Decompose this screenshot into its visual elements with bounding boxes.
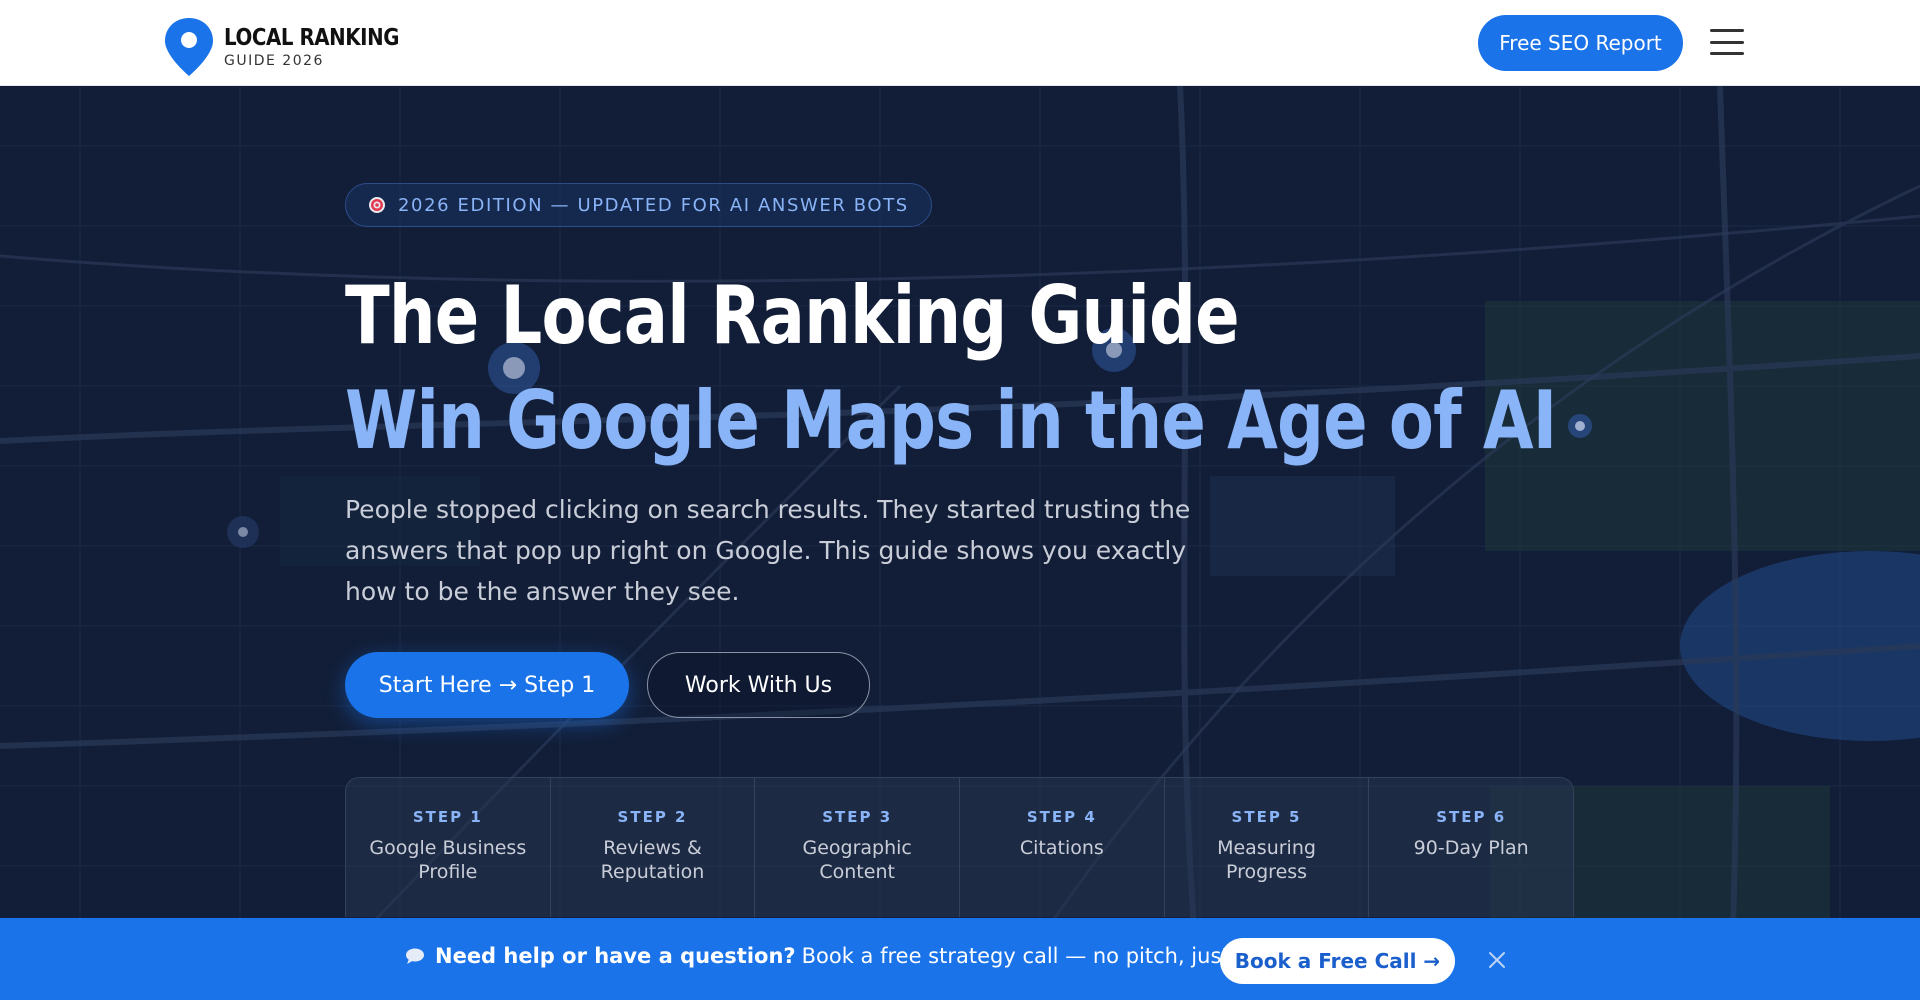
hero-section: 2026 EDITION — UPDATED FOR AI ANSWER BOT… (0, 86, 1920, 1000)
step-title: Google Business Profile (369, 837, 527, 883)
step-title: Measuring Progress (1217, 837, 1316, 883)
free-seo-report-button[interactable]: Free SEO Report (1478, 15, 1683, 71)
chat-bubble-icon (406, 948, 424, 964)
step-title: 90-Day Plan (1413, 837, 1529, 859)
help-question: Need help or have a question? (435, 944, 796, 968)
logo-title: LOCAL RANKING (224, 24, 400, 51)
step-number: STEP 5 (1231, 808, 1302, 826)
close-icon[interactable] (1487, 950, 1507, 970)
edition-badge-text: 2026 EDITION — UPDATED FOR AI ANSWER BOT… (398, 194, 909, 216)
hero-description: People stopped clicking on search result… (345, 495, 1191, 606)
step-title: Reviews & Reputation (600, 837, 705, 883)
site-header: LOCAL RANKING GUIDE 2026 Free SEO Report (0, 0, 1920, 86)
step-title: Geographic Content (802, 837, 912, 883)
logo-subtitle: GUIDE 2026 (224, 52, 324, 69)
step-number: STEP 3 (822, 808, 893, 826)
hero-title: The Local Ranking Guide (345, 269, 1240, 362)
step-3-card[interactable]: STEP 3 Geographic Content (755, 778, 961, 917)
step-title: Citations (1019, 837, 1104, 859)
step-number: STEP 1 (412, 808, 483, 826)
edition-badge: 2026 EDITION — UPDATED FOR AI ANSWER BOT… (345, 183, 932, 227)
step-4-card[interactable]: STEP 4 Citations (960, 778, 1165, 917)
step-6-card[interactable]: STEP 6 90-Day Plan (1369, 778, 1573, 917)
step-number: STEP 6 (1436, 808, 1507, 826)
help-message: Need help or have a question? Book a fre… (405, 944, 1330, 968)
hero-subtitle: Win Google Maps in the Age of AI (345, 374, 1557, 467)
start-here-button[interactable]: Start Here → Step 1 (345, 652, 629, 718)
help-cta-bar: Need help or have a question? Book a fre… (0, 918, 1920, 1000)
step-number: STEP 4 (1026, 808, 1097, 826)
step-number: STEP 2 (617, 808, 688, 826)
work-with-us-button[interactable]: Work With Us (647, 652, 870, 718)
map-pin-icon (165, 18, 213, 76)
hamburger-menu-icon[interactable] (1710, 29, 1744, 55)
step-5-card[interactable]: STEP 5 Measuring Progress (1165, 778, 1370, 917)
site-logo[interactable]: LOCAL RANKING GUIDE 2026 (162, 16, 428, 78)
step-1-card[interactable]: STEP 1 Google Business Profile (346, 778, 551, 917)
book-free-call-button[interactable]: Book a Free Call → (1220, 938, 1455, 984)
target-icon (369, 197, 385, 213)
steps-nav: STEP 1 Google Business Profile STEP 2 Re… (345, 777, 1574, 917)
step-2-card[interactable]: STEP 2 Reviews & Reputation (551, 778, 756, 917)
